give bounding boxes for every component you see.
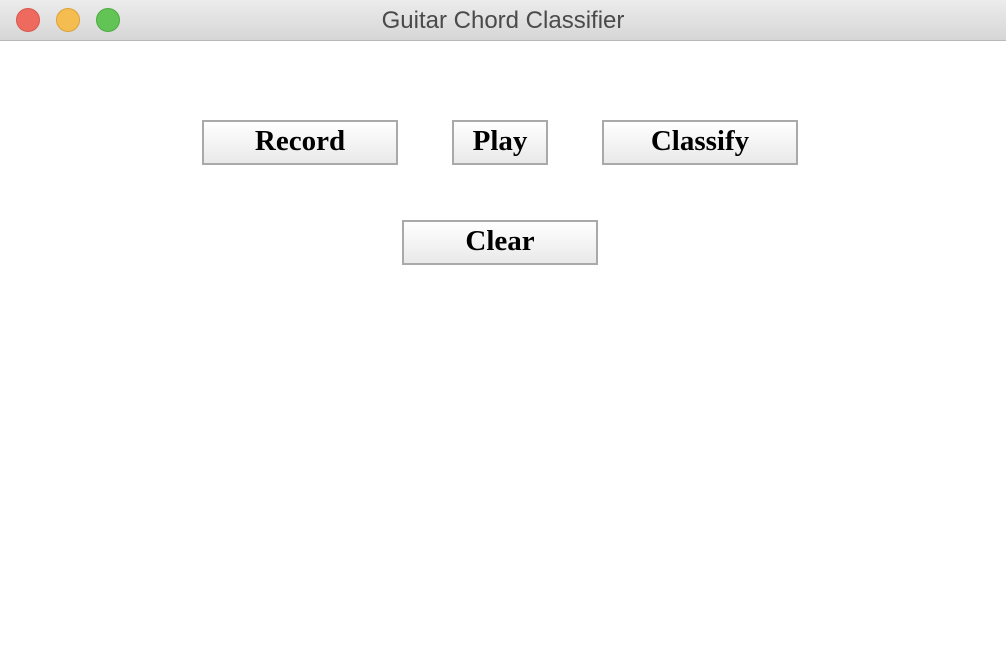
app-window: Guitar Chord Classifier Record Play Clas… bbox=[0, 0, 1006, 650]
title-bar: Guitar Chord Classifier bbox=[0, 0, 1006, 41]
classify-button[interactable]: Classify bbox=[602, 120, 798, 165]
main-content: Record Play Classify Clear bbox=[0, 41, 1006, 650]
clear-button[interactable]: Clear bbox=[402, 220, 598, 265]
record-button[interactable]: Record bbox=[202, 120, 398, 165]
window-title: Guitar Chord Classifier bbox=[381, 7, 625, 34]
play-button[interactable]: Play bbox=[452, 120, 548, 165]
